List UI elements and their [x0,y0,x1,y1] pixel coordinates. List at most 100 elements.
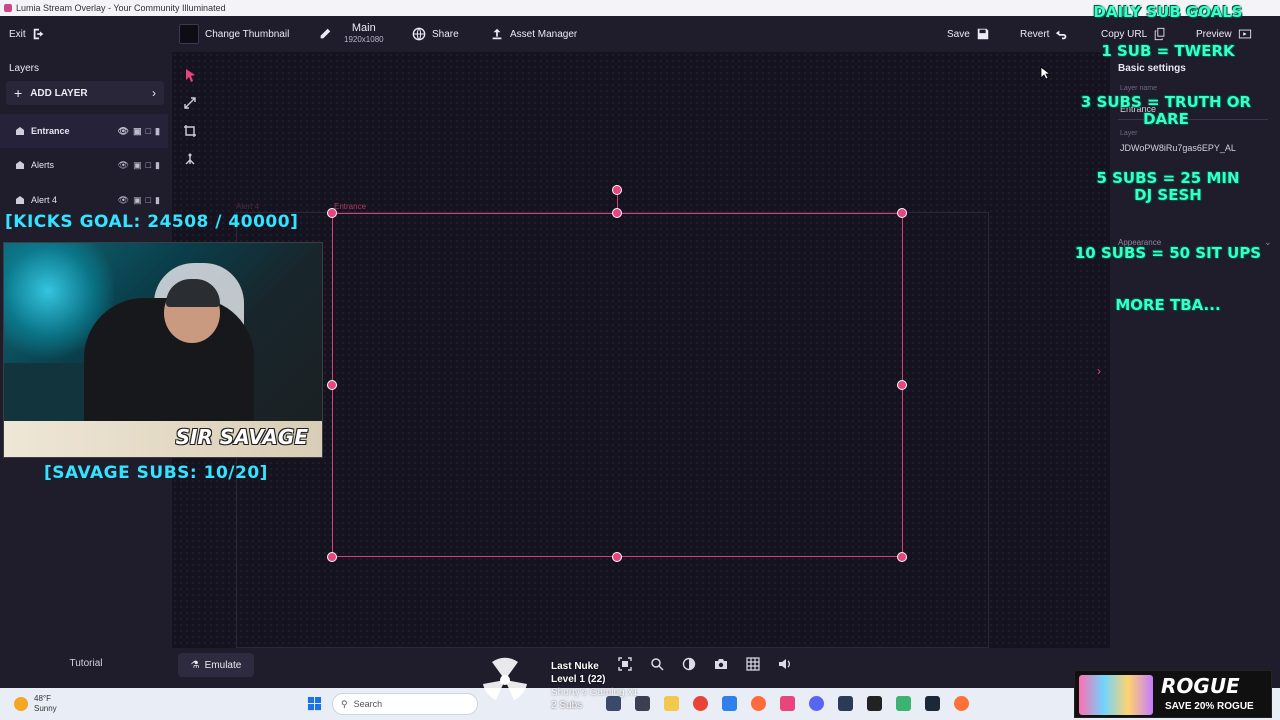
add-layer-button[interactable]: + ADD LAYER › [6,81,164,105]
search-icon: ⚲ [341,698,348,709]
share-button[interactable]: Share [412,16,459,52]
grid-icon[interactable] [746,657,760,671]
webcam-feed: SIR SAVAGE [3,242,323,458]
layer-id-label: Layer [1120,130,1138,137]
emulate-button[interactable]: ⚗ Emulate [178,653,254,677]
change-thumbnail-label: Change Thumbnail [205,28,290,40]
lock-icon[interactable]: ▣ [133,126,142,137]
tutorial-link[interactable]: Tutorial [0,658,172,669]
discord-icon[interactable] [809,696,824,711]
duplicate-icon[interactable]: □ [146,160,151,171]
capcut-icon[interactable] [867,696,882,711]
rogue-promo: SAVE 20% ROGUE [1165,701,1254,712]
eye-icon[interactable]: 👁 [118,126,129,137]
steam-icon[interactable] [925,696,940,711]
save-label: Save [947,28,970,40]
asset-manager-button[interactable]: Asset Manager [490,16,577,52]
windows-start-icon[interactable] [307,696,322,711]
exit-label: Exit [9,28,26,40]
volume-icon[interactable] [778,657,792,671]
layer-type-icon [16,196,24,204]
top-toolbar: Exit Change Thumbnail Main 1920x1080 Sha… [0,16,1280,52]
trash-icon[interactable]: ▮ [155,195,160,206]
resize-handle-sw[interactable] [327,552,337,562]
flask-icon: ⚗ [190,659,200,671]
collapse-panel-icon[interactable]: › [1097,364,1109,378]
exit-button[interactable]: Exit [9,16,46,52]
savage-subs-text: [SAVAGE SUBS: 10/20] [44,463,268,483]
anchor-icon[interactable] [183,152,197,166]
edit-main-button[interactable]: Main 1920x1080 [318,16,384,52]
zoom-icon[interactable] [650,657,664,671]
basic-settings-heading: Basic settings [1118,63,1186,74]
file-explorer-icon[interactable] [664,696,679,711]
preview-icon [1238,29,1251,39]
eye-icon[interactable]: 👁 [118,160,129,171]
trash-icon[interactable]: ▮ [155,160,160,171]
sub-goal-line: 10 SUBS = 50 SIT UPS [1074,244,1262,262]
duplicate-icon[interactable]: □ [146,126,151,137]
tool-strip [178,60,202,180]
layer-type-icon [16,161,24,169]
taskbar-search[interactable]: ⚲ Search [332,693,478,715]
eye-icon[interactable]: 👁 [118,195,129,206]
resize-handle-e[interactable] [897,380,907,390]
selected-layer-box[interactable] [332,213,903,557]
contrast-icon[interactable] [682,657,696,671]
app-icon[interactable] [896,696,911,711]
lock-icon[interactable]: ▣ [133,160,142,171]
sub-goal-line: MORE TBA... [1115,296,1221,314]
temperature: 48°F [34,694,51,703]
chrome-icon[interactable] [693,696,708,711]
weather-widget[interactable]: 48°F Sunny [14,694,57,714]
layer-tag-entrance: Entrance [334,202,367,211]
webcam-banner: SIR SAVAGE [175,425,308,449]
app-icon[interactable] [838,696,853,711]
change-thumbnail-button[interactable]: Change Thumbnail [179,16,289,52]
revert-label: Revert [1020,28,1050,40]
save-button[interactable]: Save [947,16,990,52]
app-icon[interactable] [722,696,737,711]
last-nuke-label: Last Nuke [551,661,599,672]
layer-id-value: JDWoPW8iRu7gas6EPY_AL [1120,143,1236,153]
duplicate-icon[interactable]: □ [146,195,151,206]
globe-icon [412,27,426,41]
lumia-stream-icon[interactable] [780,696,795,711]
lock-icon[interactable]: ▣ [133,195,142,206]
firefox-icon[interactable] [954,696,969,711]
select-pointer-icon[interactable] [183,68,197,82]
camera-icon[interactable] [714,657,728,671]
revert-button[interactable]: Revert [1020,16,1069,52]
thumbnail-preview [179,24,199,44]
share-label: Share [432,28,459,40]
exit-icon [33,28,44,40]
rotate-handle[interactable] [612,185,622,195]
app-icon[interactable] [751,696,766,711]
kicks-goal-text: [KICKS GOAL: 24508 / 40000] [5,212,299,232]
layer-name-label: Layer name [1120,85,1157,92]
sub-goals-title: DAILY SUB GOALS [1093,3,1243,21]
asset-manager-label: Asset Manager [510,28,578,40]
sub-goal-line: 1 SUB = TWERK [1101,42,1235,60]
resize-handle-nw[interactable] [327,208,337,218]
resize-handle-n[interactable] [612,208,622,218]
plus-icon: + [14,85,23,101]
trash-icon[interactable]: ▮ [155,126,160,137]
weather-condition: Sunny [34,704,57,713]
undo-icon [1056,30,1067,40]
resize-icon[interactable] [183,96,197,110]
copy-url-label: Copy URL [1101,28,1148,40]
copy-icon [1154,27,1165,41]
energy-cans-image [1079,675,1153,715]
sub-goal-line: 5 SUBS = 25 MIN DJ SESH [1096,169,1240,204]
rogue-sponsor-banner: ROGUE SAVE 20% ROGUE [1074,670,1272,718]
resize-handle-w[interactable] [327,380,337,390]
resize-handle-se[interactable] [897,552,907,562]
crop-icon[interactable] [183,124,197,138]
resize-handle-s[interactable] [612,552,622,562]
radiation-icon [483,657,527,700]
layer-item-alerts[interactable]: Alerts 👁 ▣ □ ▮ [0,148,168,182]
sun-icon [14,697,28,711]
resize-handle-ne[interactable] [897,208,907,218]
layer-item-entrance[interactable]: Entrance 👁 ▣ □ ▮ [0,114,168,148]
